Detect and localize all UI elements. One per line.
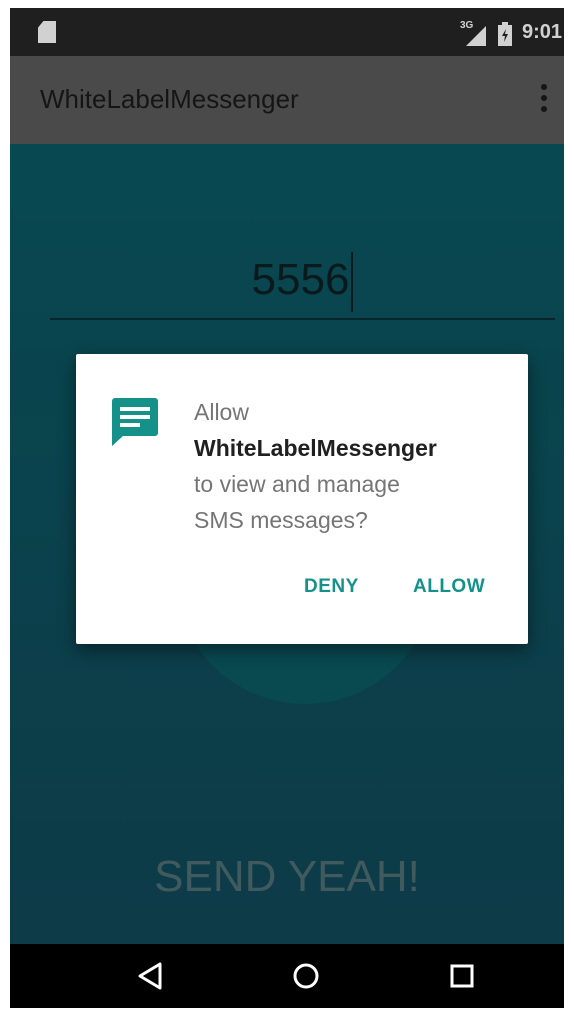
allow-button[interactable]: ALLOW — [413, 576, 485, 598]
deny-button[interactable]: DENY — [304, 576, 359, 598]
dialog-app-name: WhiteLabelMessenger — [194, 435, 437, 461]
navigation-bar — [10, 944, 564, 1008]
permission-dialog: Allow WhiteLabelMessenger to view and ma… — [76, 354, 528, 644]
phone-screen: 3G 9:01 WhiteLabelMessenger 5556 SEND YE… — [10, 8, 564, 1008]
dialog-allow-text: Allow — [194, 399, 249, 425]
back-icon[interactable] — [134, 960, 166, 992]
home-icon[interactable] — [290, 960, 322, 992]
dialog-line-1: to view and manage — [194, 471, 400, 497]
sms-message-icon — [112, 398, 158, 446]
dialog-message: Allow WhiteLabelMessenger to view and ma… — [194, 394, 504, 538]
dialog-line-2: SMS messages? — [194, 507, 368, 533]
recents-icon[interactable] — [446, 960, 478, 992]
